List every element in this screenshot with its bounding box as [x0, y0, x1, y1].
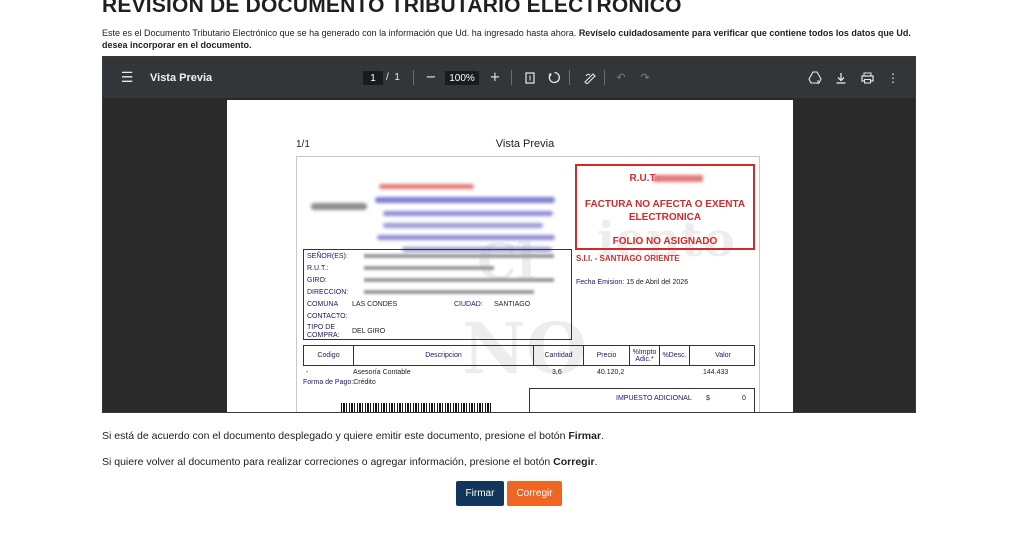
sign-button[interactable]: Firmar — [456, 481, 504, 506]
client-rut-label: R.U.T.: — [307, 265, 329, 272]
additional-tax-currency: $ — [706, 395, 710, 402]
rut-folio-box: R.U.T.: FACTURA NO AFECTA O EXENTA ELECT… — [575, 164, 755, 250]
confirm-message-bold: Firmar — [568, 430, 602, 442]
column-header: Valor — [715, 352, 731, 359]
client-comuna-label: COMUNA — [307, 301, 339, 308]
folio-status: FOLIO NO ASIGNADO — [612, 236, 718, 247]
print-icon[interactable] — [859, 57, 875, 98]
correct-message-text: Si quiere volver al documento para reali… — [102, 456, 551, 468]
undo-icon[interactable]: ↶ — [613, 57, 629, 98]
annotate-icon[interactable] — [582, 57, 598, 98]
client-contact-label: CONTACTO: — [307, 313, 348, 320]
row-price: 40.120,2 — [597, 369, 625, 376]
column-header: %Desc. — [660, 346, 690, 365]
additional-tax-value: 0 — [742, 395, 746, 402]
document-heading: Vista Previa — [495, 138, 555, 150]
redacted-rut — [653, 175, 703, 182]
additional-tax-label: IMPUESTO ADICIONAL — [616, 395, 692, 402]
items-table-header: Codigo Descripcion Cantidad Precio %Impt… — [303, 345, 755, 366]
issue-date-label: Fecha Emision: — [576, 279, 625, 286]
redacted-issuer-line — [377, 235, 555, 240]
row-value: 144.433 — [703, 369, 729, 376]
redacted-client-rut — [364, 266, 494, 270]
toolbar-divider — [511, 70, 512, 85]
zoom-in-button[interactable]: + — [487, 57, 503, 98]
row-quantity: 3,6 — [552, 369, 562, 376]
table-row: - Asesoría Contable 3,6 40.120,2 144.433 — [303, 368, 755, 378]
issue-date-value: 15 de Abril del 2026 — [626, 279, 689, 286]
correct-button[interactable]: Corregir — [507, 481, 562, 506]
correct-message-bold: Corregir — [553, 456, 595, 468]
page-number-input[interactable]: 1 — [363, 71, 383, 85]
toolbar-divider — [413, 70, 414, 85]
pdf-viewer: ☰ Vista Previa 1 / 1 − 100% + ↶ ↷ ⋮ 1/1 … — [102, 56, 916, 413]
menu-icon[interactable]: ☰ — [117, 57, 137, 98]
rotate-icon[interactable] — [546, 57, 562, 98]
row-description: Asesoría Contable — [353, 369, 411, 376]
correct-message: Si quiere volver al documento para reali… — [102, 456, 598, 468]
document-page: 1/1 Vista Previa Cl iento NO R.U.T.: FAC… — [227, 100, 793, 412]
column-header: Codigo — [304, 346, 354, 365]
issue-date: Fecha Emision: 15 de Abril del 2026 — [576, 279, 688, 286]
download-icon[interactable] — [833, 57, 849, 98]
page-separator: / 1 — [386, 57, 400, 98]
more-options-icon[interactable]: ⋮ — [885, 57, 901, 98]
client-city-label: CIUDAD: — [454, 301, 483, 308]
redacted-client-name — [364, 254, 554, 258]
redo-icon[interactable]: ↷ — [637, 57, 653, 98]
confirm-message-text: Si está de acuerdo con el documento desp… — [102, 430, 566, 442]
payment-method: Forma de Pago:Crédito — [303, 379, 376, 386]
timbre-barcode — [341, 403, 491, 412]
viewer-title: Vista Previa — [150, 71, 213, 84]
row-code: - — [306, 369, 309, 376]
pdf-toolbar: ☰ Vista Previa 1 / 1 − 100% + ↶ ↷ ⋮ — [103, 57, 915, 98]
toolbar-divider — [604, 70, 605, 85]
document-type: FACTURA NO AFECTA O EXENTA ELECTRONICA — [584, 199, 746, 223]
column-header: Cantidad — [534, 346, 584, 365]
zoom-out-button[interactable]: − — [423, 57, 439, 98]
confirm-message: Si está de acuerdo con el documento desp… — [102, 430, 604, 442]
client-city-value: SANTIAGO — [494, 301, 531, 308]
page-title: REVISIÓN DE DOCUMENTO TRIBUTARIO ELECTRÓ… — [102, 0, 682, 17]
client-name-label: SEÑOR(ES): — [307, 253, 348, 260]
client-info-box: SEÑOR(ES): R.U.T.: GIRO: DIRECCION: COMU… — [303, 249, 572, 340]
redacted-client-giro — [364, 278, 554, 282]
totals-box: IMPUESTO ADICIONAL $ 0 — [529, 388, 755, 412]
redacted-issuer-line — [383, 223, 543, 228]
redacted-issuer-name — [379, 184, 474, 189]
client-address-label: DIRECCION: — [307, 289, 349, 296]
document-canvas[interactable]: 1/1 Vista Previa Cl iento NO R.U.T.: FAC… — [103, 98, 915, 412]
payment-method-value: Crédito — [353, 379, 376, 386]
column-header: %Impto Adic.* — [630, 346, 660, 365]
page-total: 1 — [394, 72, 400, 83]
column-header: Precio — [584, 346, 630, 365]
sii-office: S.I.I. - SANTIAGO ORIENTE — [576, 254, 680, 263]
purchase-type-value: DEL GIRO — [352, 328, 386, 335]
invoice: Cl iento NO R.U.T.: FACTURA NO AFECTA O … — [296, 156, 760, 412]
payment-method-label: Forma de Pago: — [303, 379, 354, 386]
page-separator-slash: / — [386, 72, 389, 83]
redacted-client-address — [364, 290, 534, 294]
purchase-type-label: TIPO DE COMPRA: — [307, 324, 340, 339]
column-header: Descripcion — [354, 346, 534, 365]
client-comuna-value: LAS CONDES — [352, 301, 398, 308]
toolbar-divider — [569, 70, 570, 85]
redacted-issuer-line — [383, 211, 553, 216]
fit-page-icon[interactable] — [522, 57, 538, 98]
redacted-issuer-line — [375, 197, 555, 203]
zoom-input[interactable]: 100% — [445, 71, 479, 85]
redacted-logo — [311, 203, 367, 210]
client-giro-label: GIRO: — [307, 277, 327, 284]
intro-text: Este es el Documento Tributario Electrón… — [102, 28, 577, 38]
save-to-drive-icon[interactable] — [807, 57, 823, 98]
intro-paragraph: Este es el Documento Tributario Electrón… — [102, 27, 922, 51]
